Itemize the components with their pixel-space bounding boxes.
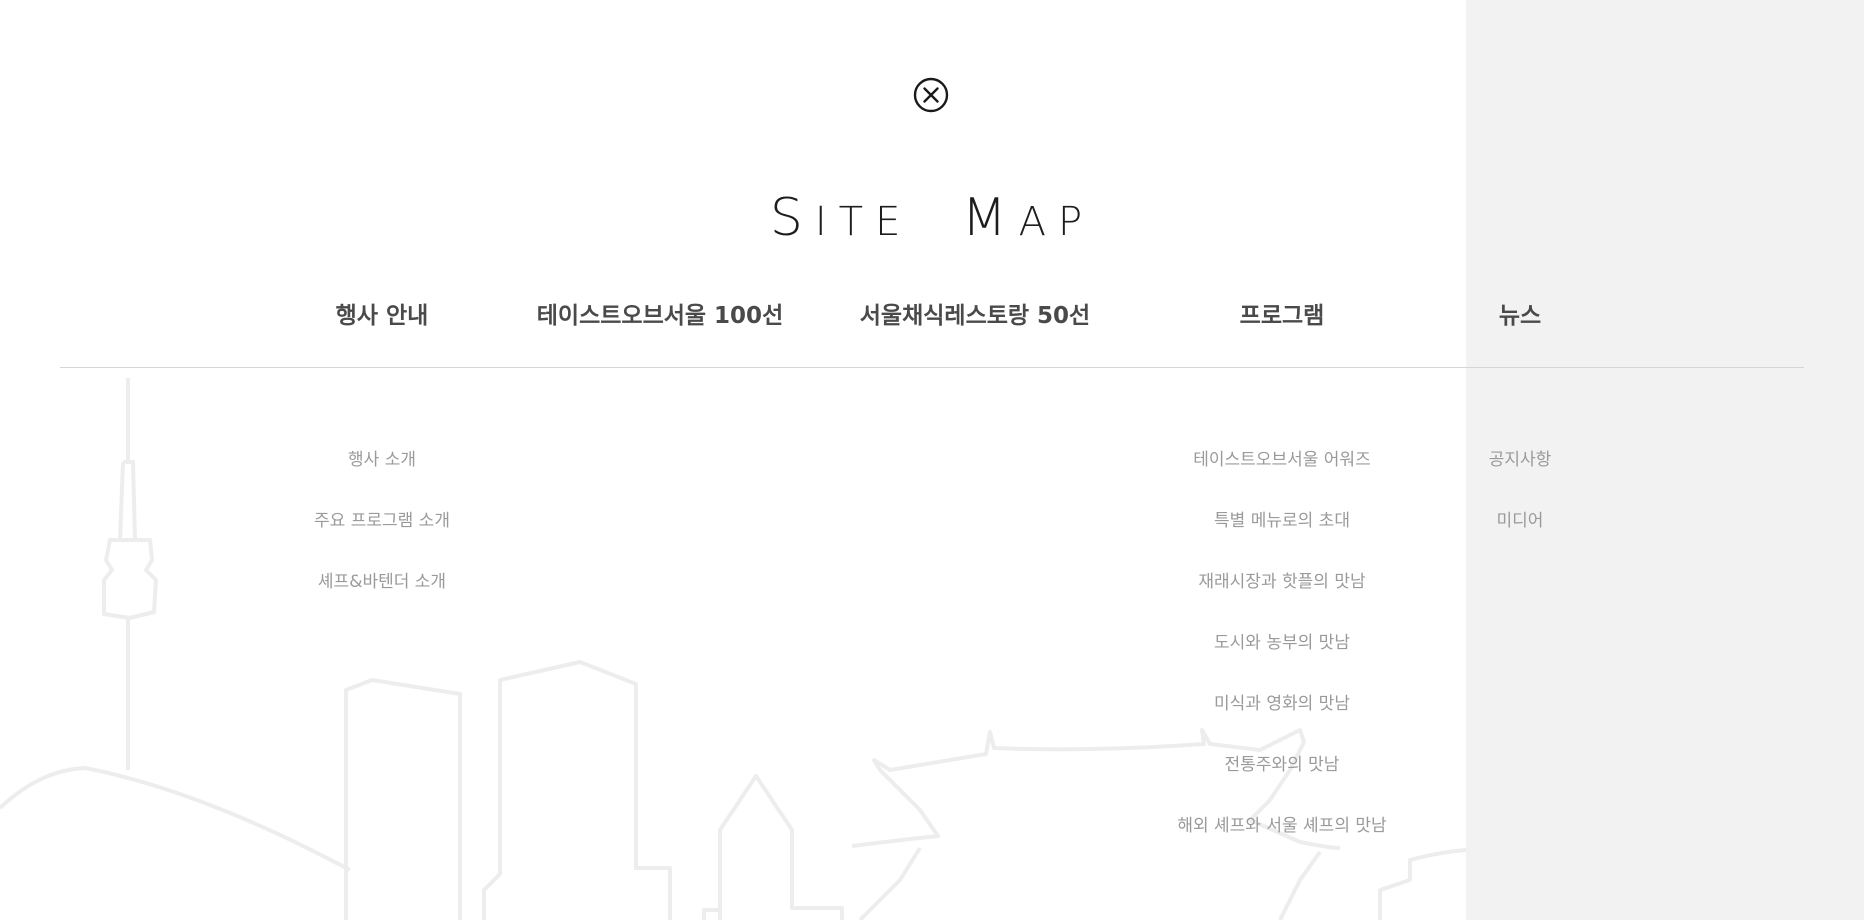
title-initial-s: S: [769, 188, 815, 248]
page-title: SITE MAP: [0, 188, 1864, 252]
nav-column-program: 프로그램: [1152, 296, 1412, 336]
nav-item-media[interactable]: 미디어: [1440, 491, 1600, 552]
nav-heading-news[interactable]: 뉴스: [1440, 296, 1600, 336]
nav-item-city-farmer[interactable]: 도시와 농부의 맛남: [1152, 613, 1412, 674]
nav-column-taste-of-seoul-100: 테이스트오브서울 100선: [520, 296, 800, 336]
title-map-rest: AP: [1018, 199, 1095, 245]
nav-item-chef-bartender-intro[interactable]: 셰프&바텐더 소개: [290, 552, 474, 613]
nav-heading-program[interactable]: 프로그램: [1152, 296, 1412, 336]
close-icon[interactable]: [912, 76, 950, 114]
nav-column-vegan-50: 서울채식레스토랑 50선: [840, 296, 1110, 336]
header-divider: [60, 367, 1804, 368]
nav-item-market-hotplace[interactable]: 재래시장과 핫플의 맛남: [1152, 552, 1412, 613]
nav-item-main-program-intro[interactable]: 주요 프로그램 소개: [290, 491, 474, 552]
nav-item-traditional-liquor[interactable]: 전통주와의 맛남: [1152, 735, 1412, 796]
nav-heading-taste-of-seoul-100[interactable]: 테이스트오브서울 100선: [520, 296, 800, 336]
nav-item-overseas-seoul-chef[interactable]: 해외 셰프와 서울 셰프의 맛남: [1152, 796, 1412, 857]
news-submenu: 공지사항 미디어: [1440, 430, 1600, 552]
event-info-submenu: 행사 소개 주요 프로그램 소개 셰프&바텐더 소개: [290, 430, 474, 613]
nav-item-awards[interactable]: 테이스트오브서울 어워즈: [1152, 430, 1412, 491]
program-submenu: 테이스트오브서울 어워즈 특별 메뉴로의 초대 재래시장과 핫플의 맛남 도시와…: [1152, 430, 1412, 857]
nav-item-special-menu[interactable]: 특별 메뉴로의 초대: [1152, 491, 1412, 552]
nav-column-news: 뉴스: [1440, 296, 1600, 336]
title-initial-m: M: [961, 188, 1019, 248]
nav-column-event-info: 행사 안내: [290, 296, 474, 336]
nav-item-food-film[interactable]: 미식과 영화의 맛남: [1152, 674, 1412, 735]
nav-item-notices[interactable]: 공지사항: [1440, 430, 1600, 491]
title-site-rest: ITE: [814, 199, 913, 245]
nav-heading-vegan-50[interactable]: 서울채식레스토랑 50선: [840, 296, 1110, 336]
nav-heading-event-info[interactable]: 행사 안내: [290, 296, 474, 336]
site-map-overlay: SITE MAP 행사 안내 테이스트오브서울 100선 서울채식레스토랑 50…: [0, 0, 1864, 920]
nav-item-event-intro[interactable]: 행사 소개: [290, 430, 474, 491]
